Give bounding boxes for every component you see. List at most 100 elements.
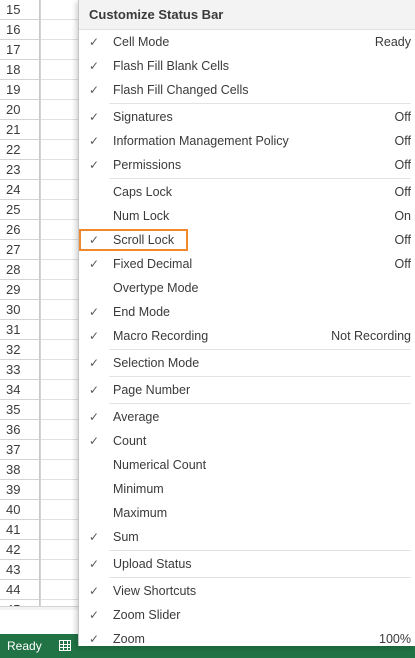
grid-cell[interactable] [41,480,81,500]
grid-cell[interactable] [41,320,81,340]
grid-cell[interactable] [41,80,81,100]
row-header[interactable]: 34 [0,380,40,400]
menu-item-signatures[interactable]: ✓ Signatures Off [79,105,415,129]
menu-item-average[interactable]: ✓ Average [79,405,415,429]
row-header[interactable]: 39 [0,480,40,500]
row-header[interactable]: 17 [0,40,40,60]
checkmark-icon: ✓ [89,305,100,319]
menu-item-minimum[interactable]: Minimum [79,477,415,501]
row-header[interactable]: 31 [0,320,40,340]
menu-item-scroll-lock[interactable]: ✓ Scroll Lock Off [79,228,415,252]
row-header[interactable]: 22 [0,140,40,160]
row-header[interactable]: 41 [0,520,40,540]
row-header[interactable]: 29 [0,280,40,300]
row-header[interactable]: 24 [0,180,40,200]
menu-item-zoom-slider[interactable]: ✓ Zoom Slider [79,603,415,627]
row-header[interactable]: 33 [0,360,40,380]
grid-cell[interactable] [41,160,81,180]
row-header[interactable]: 40 [0,500,40,520]
grid-cell[interactable] [41,140,81,160]
row-header[interactable]: 42 [0,540,40,560]
row-header[interactable]: 28 [0,260,40,280]
grid-cell[interactable] [41,540,81,560]
menu-item-overtype-mode[interactable]: Overtype Mode [79,276,415,300]
grid-cell[interactable] [41,460,81,480]
grid-cell[interactable] [41,260,81,280]
customize-status-bar-menu[interactable]: Customize Status Bar ✓ Cell Mode Ready ✓ Fla… [78,0,415,646]
menu-item-label: Flash Fill Changed Cells [113,83,249,97]
menu-item-maximum[interactable]: Maximum [79,501,415,525]
page-layout-icon[interactable] [59,640,71,651]
grid-cell[interactable] [41,20,81,40]
row-header[interactable]: 19 [0,80,40,100]
menu-separator [109,403,411,404]
grid-cell[interactable] [41,240,81,260]
grid-cell[interactable] [41,40,81,60]
grid-cell[interactable] [41,280,81,300]
row-header[interactable]: 20 [0,100,40,120]
grid-cell[interactable] [41,120,81,140]
grid-cell[interactable] [41,380,81,400]
menu-item-label: Flash Fill Blank Cells [113,59,230,73]
row-header[interactable]: 23 [0,160,40,180]
row-header[interactable]: 26 [0,220,40,240]
grid-cell[interactable] [41,520,81,540]
grid-cell[interactable] [41,300,81,320]
grid-cell[interactable] [41,180,81,200]
row-header[interactable]: 32 [0,340,40,360]
menu-item-label: Fixed Decimal [113,257,193,271]
menu-item-flash-fill-changed-cells[interactable]: ✓ Flash Fill Changed Cells [79,78,415,102]
grid-cell[interactable] [41,200,81,220]
menu-item-selection-mode[interactable]: ✓ Selection Mode [79,351,415,375]
grid-cell[interactable] [41,340,81,360]
row-header[interactable]: 36 [0,420,40,440]
menu-item-flash-fill-blank-cells[interactable]: ✓ Flash Fill Blank Cells [79,54,415,78]
menu-item-sum[interactable]: ✓ Sum [79,525,415,549]
grid-cell[interactable] [41,360,81,380]
row-header[interactable]: 37 [0,440,40,460]
grid-cell[interactable] [41,420,81,440]
row-header[interactable]: 25 [0,200,40,220]
grid-cell[interactable] [41,100,81,120]
menu-item-end-mode[interactable]: ✓ End Mode [79,300,415,324]
menu-item-value: Off [394,257,411,271]
menu-item-page-number[interactable]: ✓ Page Number [79,378,415,402]
menu-item-count[interactable]: ✓ Count [79,429,415,453]
grid-cell[interactable] [41,500,81,520]
menu-item-cell-mode[interactable]: ✓ Cell Mode Ready [79,30,415,54]
row-header[interactable]: 15 [0,0,40,20]
grid-cell[interactable] [41,580,81,600]
menu-item-macro-recording[interactable]: ✓ Macro Recording Not Recording [79,324,415,348]
checkmark-icon: ✓ [89,530,100,544]
checkmark-icon: ✓ [89,632,100,646]
row-header[interactable]: 38 [0,460,40,480]
grid-cell[interactable] [41,0,81,20]
menu-item-view-shortcuts[interactable]: ✓ View Shortcuts [79,579,415,603]
row-header[interactable]: 35 [0,400,40,420]
menu-item-num-lock[interactable]: Num Lock On [79,204,415,228]
menu-item-zoom[interactable]: ✓ Zoom 100% [79,627,415,651]
row-header[interactable]: 21 [0,120,40,140]
row-header[interactable]: 16 [0,20,40,40]
row-header[interactable]: 27 [0,240,40,260]
menu-item-value: 100% [379,632,411,646]
row-header[interactable]: 43 [0,560,40,580]
grid-cell[interactable] [41,220,81,240]
menu-item-permissions[interactable]: ✓ Permissions Off [79,153,415,177]
menu-item-upload-status[interactable]: ✓ Upload Status [79,552,415,576]
grid-cell[interactable] [41,440,81,460]
menu-item-value: On [394,209,411,223]
grid-cells[interactable] [41,0,81,610]
menu-item-information-management-policy[interactable]: ✓ Information Management Policy Off [79,129,415,153]
row-header[interactable]: 44 [0,580,40,600]
grid-cell[interactable] [41,60,81,80]
menu-separator [109,178,411,179]
grid-cell[interactable] [41,400,81,420]
row-header[interactable]: 18 [0,60,40,80]
menu-item-caps-lock[interactable]: Caps Lock Off [79,180,415,204]
grid-cell[interactable] [41,560,81,580]
menu-item-fixed-decimal[interactable]: ✓ Fixed Decimal Off [79,252,415,276]
checkmark-icon: ✓ [89,410,100,424]
menu-item-numerical-count[interactable]: Numerical Count [79,453,415,477]
row-header[interactable]: 30 [0,300,40,320]
